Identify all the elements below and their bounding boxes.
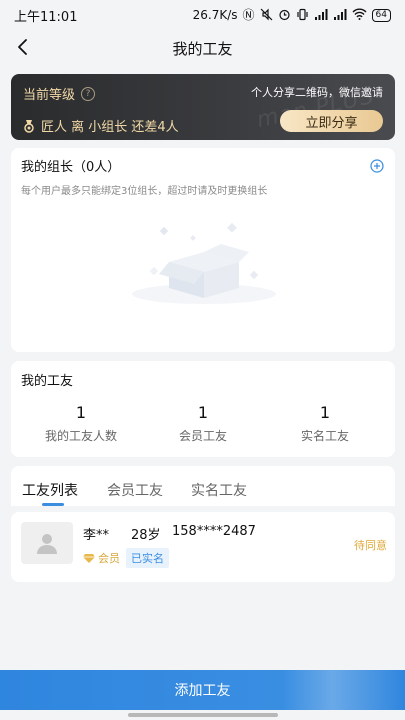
add-workmate-button[interactable]: 添加工友 <box>0 670 405 710</box>
stat-verified-workmates[interactable]: 1 实名工友 <box>261 403 389 444</box>
tab-bar: 工友列表 会员工友 实名工友 <box>11 466 395 506</box>
status-bar: 上午11:01 26.7K/s Ⓝ 64 <box>0 0 405 30</box>
battery-icon: 64 <box>371 8 391 22</box>
wifi-icon <box>352 8 367 22</box>
member-badge: 会员 <box>83 550 120 566</box>
leader-card: 我的组长（0人） 每个用户最多只能绑定3位组长，超过时请及时更换组长 <box>11 148 395 352</box>
level-title: 当前等级 ? <box>23 84 96 103</box>
stat-total-workmates[interactable]: 1 我的工友人数 <box>17 403 145 444</box>
level-title-text: 当前等级 <box>23 88 76 103</box>
network-speed: 26.7K/s <box>192 8 238 22</box>
tab-verified-workmates[interactable]: 实名工友 <box>191 480 247 500</box>
stat-label: 实名工友 <box>300 429 349 443</box>
chevron-left-icon <box>18 39 27 55</box>
vibrate-icon <box>296 8 309 23</box>
tab-member-workmates[interactable]: 会员工友 <box>107 480 163 500</box>
level-status-text: 匠人 离 小组长 还差4人 <box>41 120 179 135</box>
leader-description: 每个用户最多只能绑定3位组长，超过时请及时更换组长 <box>21 186 268 197</box>
avatar <box>21 522 73 564</box>
question-circle-icon[interactable]: ? <box>81 86 96 101</box>
medal-icon <box>24 119 34 133</box>
nfc-icon: Ⓝ <box>242 8 255 22</box>
level-card: man PLUS 当前等级 ? 个人分享二维码，微信邀请 匠人 离 小组长 还差… <box>11 74 395 140</box>
tab-workmate-list[interactable]: 工友列表 <box>22 480 78 500</box>
list-item[interactable]: 李** 28岁 158****2487 会员 已实名 待同意 <box>11 512 395 582</box>
diamond-icon <box>83 554 95 563</box>
home-indicator <box>128 713 278 717</box>
workmate-stats-card: 我的工友 1 我的工友人数 1 会员工友 1 实名工友 <box>11 361 395 457</box>
workmate-title: 我的工友 <box>21 374 74 389</box>
active-tab-indicator <box>42 503 64 506</box>
badges: 会员 已实名 <box>83 548 169 568</box>
person-age: 28岁 <box>131 528 161 543</box>
leader-title: 我的组长（0人） <box>21 160 121 175</box>
stat-member-workmates[interactable]: 1 会员工友 <box>139 403 267 444</box>
member-badge-label: 会员 <box>98 552 120 565</box>
alarm-icon <box>278 8 291 23</box>
back-button[interactable] <box>12 35 36 59</box>
stat-value: 1 <box>75 403 87 422</box>
person-phone: 158****2487 <box>172 524 256 539</box>
level-status: 匠人 离 小组长 还差4人 <box>23 116 179 135</box>
stat-value: 1 <box>319 403 331 422</box>
stat-value: 1 <box>197 403 209 422</box>
verified-badge: 已实名 <box>126 548 169 568</box>
empty-box-icon <box>132 222 276 304</box>
nav-bar: 我的工友 <box>0 30 405 66</box>
status-right: 26.7K/s Ⓝ 64 <box>193 8 391 23</box>
page-title: 我的工友 <box>172 39 233 58</box>
person-name: 李** <box>83 528 110 543</box>
user-placeholder-icon <box>37 534 57 554</box>
hd-signal-icon <box>314 8 328 23</box>
status-time: 上午11:01 <box>14 9 78 25</box>
signal-icon <box>333 8 347 23</box>
status-badge: 待同意 <box>354 539 387 552</box>
share-now-button[interactable]: 立即分享 <box>280 110 383 132</box>
share-hint: 个人分享二维码，微信邀请 <box>251 86 383 99</box>
mute-icon <box>260 8 273 23</box>
plus-circle-icon[interactable] <box>370 159 384 173</box>
stat-label: 我的工友人数 <box>44 429 117 443</box>
stat-label: 会员工友 <box>178 429 227 443</box>
